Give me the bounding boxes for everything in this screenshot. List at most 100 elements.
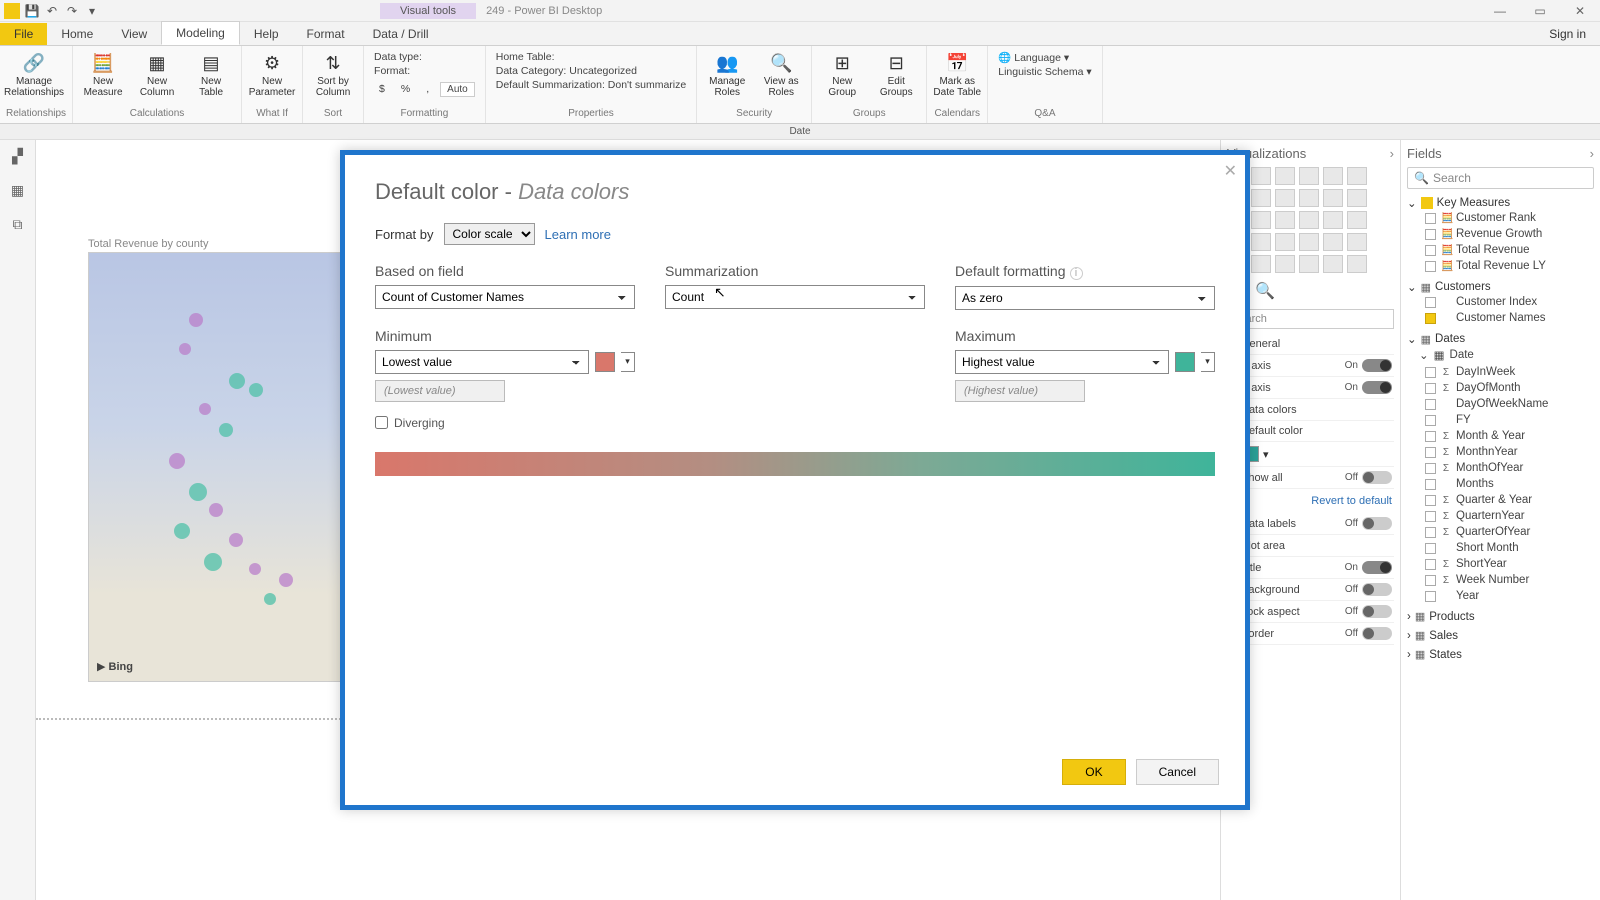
table-key-measures[interactable]: ⌄Key Measures <box>1407 196 1594 210</box>
viz-type-icon[interactable] <box>1251 255 1271 273</box>
cancel-button[interactable]: Cancel <box>1136 759 1219 785</box>
viz-type-icon[interactable] <box>1251 233 1271 251</box>
viz-type-icon[interactable] <box>1347 189 1367 207</box>
table-customers[interactable]: ⌄▦Customers <box>1407 280 1594 294</box>
default-summarization-dropdown[interactable]: Default Summarization: Don't summarize <box>496 79 687 91</box>
fields-search[interactable]: 🔍Search <box>1407 167 1594 189</box>
close-icon[interactable]: ✕ <box>1224 161 1237 181</box>
field-item[interactable]: Months <box>1407 476 1594 492</box>
percent-icon[interactable]: % <box>396 81 415 97</box>
field-item[interactable]: 🧮Revenue Growth <box>1407 226 1594 242</box>
undo-icon[interactable]: ↶ <box>44 3 60 19</box>
field-date-hierarchy[interactable]: ⌄▦Date <box>1407 346 1594 364</box>
field-item[interactable]: ΣMonthOfYear <box>1407 460 1594 476</box>
based-on-field-select[interactable]: Count of Customer Names <box>375 285 635 309</box>
learn-more-link[interactable]: Learn more <box>545 227 611 242</box>
viz-type-icon[interactable] <box>1323 189 1343 207</box>
collapse-icon[interactable]: › <box>1390 146 1394 161</box>
default-formatting-select[interactable]: As zero <box>955 286 1215 310</box>
viz-type-icon[interactable] <box>1299 167 1319 185</box>
field-item[interactable]: ΣQuarternYear <box>1407 508 1594 524</box>
min-value-input[interactable]: (Lowest value) <box>375 380 505 402</box>
viz-type-icon[interactable] <box>1275 211 1295 229</box>
diverging-checkbox[interactable] <box>375 416 388 429</box>
mark-date-table-button[interactable]: 📅Mark asDate Table <box>933 48 981 98</box>
help-tab[interactable]: Help <box>240 23 293 45</box>
comma-icon[interactable]: , <box>421 81 434 97</box>
report-view-icon[interactable]: ▞ <box>8 146 28 166</box>
analytics-tool-icon[interactable]: 🔍 <box>1255 281 1275 301</box>
sign-in-link[interactable]: Sign in <box>1535 23 1600 45</box>
table-states[interactable]: ›▦States <box>1407 648 1594 661</box>
field-item[interactable]: 🧮Customer Rank <box>1407 210 1594 226</box>
field-item[interactable]: ΣShortYear <box>1407 556 1594 572</box>
save-icon[interactable]: 💾 <box>24 3 40 19</box>
home-table-dropdown[interactable]: Home Table: <box>496 51 687 63</box>
linguistic-schema-dropdown[interactable]: Linguistic Schema ▾ <box>998 66 1091 78</box>
xaxis-toggle[interactable] <box>1362 359 1392 372</box>
max-value-input[interactable]: (Highest value) <box>955 380 1085 402</box>
viz-type-icon[interactable] <box>1299 189 1319 207</box>
viz-type-icon[interactable] <box>1347 211 1367 229</box>
ok-button[interactable]: OK <box>1062 759 1125 785</box>
viz-type-icon[interactable] <box>1347 233 1367 251</box>
min-color-dropdown[interactable]: ▾ <box>621 352 635 372</box>
field-item[interactable]: ΣMonthnYear <box>1407 444 1594 460</box>
title-toggle[interactable] <box>1362 561 1392 574</box>
datadrill-tab[interactable]: Data / Drill <box>359 23 443 45</box>
modeling-tab[interactable]: Modeling <box>161 21 240 45</box>
max-color-dropdown[interactable]: ▾ <box>1201 352 1215 372</box>
info-icon[interactable]: i <box>1070 267 1083 280</box>
format-label[interactable]: Format: <box>374 65 475 77</box>
minimize-icon[interactable]: — <box>1480 0 1520 22</box>
field-item[interactable]: FY <box>1407 412 1594 428</box>
viz-type-icon[interactable] <box>1347 255 1367 273</box>
home-tab[interactable]: Home <box>47 23 107 45</box>
field-item[interactable]: ΣDayOfMonth <box>1407 380 1594 396</box>
field-item[interactable]: Year <box>1407 588 1594 604</box>
min-color-swatch[interactable] <box>595 352 615 372</box>
table-products[interactable]: ›▦Products <box>1407 610 1594 623</box>
summarization-select[interactable]: Count <box>665 285 925 309</box>
field-item[interactable]: 🧮Total Revenue <box>1407 242 1594 258</box>
data-view-icon[interactable]: ▦ <box>8 180 28 200</box>
lockaspect-toggle[interactable] <box>1362 605 1392 618</box>
format-search[interactable]: Search <box>1227 309 1394 329</box>
maximum-select[interactable]: Highest value <box>955 350 1169 374</box>
format-tab[interactable]: Format <box>293 23 359 45</box>
viz-type-icon[interactable] <box>1323 255 1343 273</box>
new-group-button[interactable]: ⊞NewGroup <box>818 48 866 98</box>
viz-type-icon[interactable] <box>1299 233 1319 251</box>
minimum-select[interactable]: Lowest value <box>375 350 589 374</box>
field-item[interactable]: Customer Names <box>1407 310 1594 326</box>
qat-dropdown-icon[interactable]: ▾ <box>84 3 100 19</box>
field-item[interactable]: ΣQuarterOfYear <box>1407 524 1594 540</box>
manage-roles-button[interactable]: 👥ManageRoles <box>703 48 751 98</box>
data-type-label[interactable]: Data type: <box>374 51 475 63</box>
redo-icon[interactable]: ↷ <box>64 3 80 19</box>
new-measure-button[interactable]: 🧮NewMeasure <box>79 48 127 98</box>
field-item[interactable]: ΣMonth & Year <box>1407 428 1594 444</box>
field-item[interactable]: 🧮Total Revenue LY <box>1407 258 1594 274</box>
datalabels-toggle[interactable] <box>1362 517 1392 530</box>
view-tab[interactable]: View <box>107 23 161 45</box>
viz-type-icon[interactable] <box>1251 211 1271 229</box>
viz-type-icon[interactable] <box>1275 167 1295 185</box>
auto-format-button[interactable]: Auto <box>440 82 475 97</box>
file-tab[interactable]: File <box>0 23 47 45</box>
close-window-icon[interactable]: ✕ <box>1560 0 1600 22</box>
table-sales[interactable]: ›▦Sales <box>1407 629 1594 642</box>
showall-toggle[interactable] <box>1362 471 1392 484</box>
viz-type-icon[interactable] <box>1299 255 1319 273</box>
viz-type-icon[interactable] <box>1323 211 1343 229</box>
max-color-swatch[interactable] <box>1175 352 1195 372</box>
viz-type-icon[interactable] <box>1275 189 1295 207</box>
edit-groups-button[interactable]: ⊟EditGroups <box>872 48 920 98</box>
view-as-roles-button[interactable]: 🔍View asRoles <box>757 48 805 98</box>
viz-type-icon[interactable] <box>1251 189 1271 207</box>
border-toggle[interactable] <box>1362 627 1392 640</box>
viz-type-icon[interactable] <box>1275 255 1295 273</box>
field-item[interactable]: ΣDayInWeek <box>1407 364 1594 380</box>
format-by-select[interactable]: Color scale <box>444 223 535 245</box>
currency-icon[interactable]: $ <box>374 81 390 97</box>
